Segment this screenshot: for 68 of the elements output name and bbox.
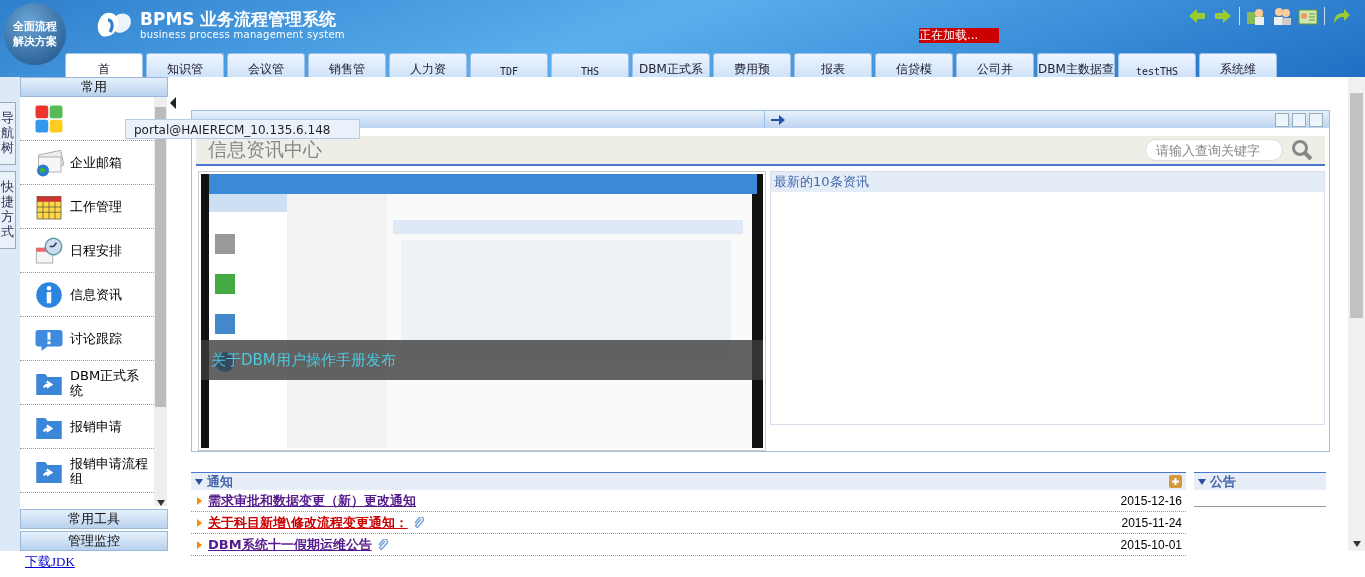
tooltip: portal@HAIERECM_10.135.6.148 [125, 119, 360, 139]
nav-tab[interactable]: 报表 [794, 53, 872, 77]
users-folder-icon[interactable] [1246, 6, 1266, 26]
download-link[interactable]: 下载JDK [25, 554, 75, 569]
latest-news-header: 最新的10条资讯 [771, 172, 1324, 192]
notice-link[interactable]: 关于科目新增\修改流程变更通知： [208, 514, 408, 532]
back-arrow-icon[interactable] [1187, 6, 1207, 26]
nav-tab[interactable]: DBM主数据查 [1037, 53, 1115, 77]
nav-tab[interactable]: THS [551, 53, 629, 77]
envelope-globe-icon [34, 147, 64, 178]
notice-date: 2015-11-24 [1121, 516, 1182, 530]
shortcut-item[interactable]: 工作管理 [20, 185, 154, 229]
announcements-title: 公告 [1210, 472, 1236, 491]
maximize-button[interactable] [1309, 112, 1323, 127]
triangle-right-icon [197, 497, 202, 505]
nav-tab[interactable]: 公司并 [956, 53, 1034, 77]
triangle-down-icon[interactable] [1198, 478, 1206, 485]
calendar-clock-icon [34, 235, 64, 266]
nav-tab[interactable]: 费用预 [713, 53, 791, 77]
collapse-arrow-icon[interactable] [170, 97, 176, 109]
nav-tab[interactable]: 会议管 [227, 53, 305, 77]
nav-tab[interactable]: 首 [65, 53, 143, 77]
triangle-down-icon[interactable] [195, 478, 203, 485]
nav-tab[interactable]: 知识管 [146, 53, 224, 77]
minimize-button[interactable] [1275, 112, 1289, 127]
search-icon[interactable] [1291, 139, 1313, 162]
nav-tab[interactable]: testTHS [1118, 53, 1196, 77]
nav-tab[interactable]: TDF [470, 53, 548, 77]
search-field[interactable]: 请输入查询关键字 [1145, 139, 1283, 162]
shortcut-item[interactable]: 讨论跟踪 [20, 317, 154, 361]
users-icon[interactable] [1272, 6, 1292, 26]
notice-date: 2015-12-16 [1120, 494, 1182, 508]
shortcut-item[interactable]: 报销申请 [20, 405, 154, 449]
shortcut-item[interactable]: DBM正式系统 [20, 361, 154, 405]
shortcut-item[interactable]: 信息资讯 [20, 273, 154, 317]
app-title: BPMS 业务流程管理系统 [140, 9, 338, 29]
plus-icon[interactable] [1169, 475, 1182, 488]
triangle-right-icon [197, 519, 202, 527]
nav-tab[interactable]: DBM正式系 [632, 53, 710, 77]
tiles-icon [34, 103, 64, 134]
loading-indicator: 正在加载... [918, 28, 999, 43]
sidebar-section[interactable]: 常用工具 [20, 509, 168, 529]
forward-arrow-icon[interactable] [1213, 6, 1233, 26]
shortcut-item[interactable]: 日程安排 [20, 229, 154, 273]
triangle-right-icon [197, 541, 202, 549]
nav-tab[interactable]: 系统维 [1199, 53, 1277, 77]
notice-date: 2015-10-01 [1120, 538, 1182, 552]
nav-tab[interactable]: 销售管 [308, 53, 386, 77]
side-tab[interactable]: 导航树 [0, 102, 16, 165]
scrollbar[interactable] [1348, 77, 1365, 551]
nav-tab[interactable]: 人力资 [389, 53, 467, 77]
refresh-button[interactable] [1292, 112, 1306, 127]
info-icon [34, 279, 64, 310]
scroll-down-arrow-icon[interactable] [156, 500, 165, 506]
sidebar-section[interactable]: 管理监控 [20, 531, 168, 551]
badge-logo: 全面流程 解决方案 [4, 3, 66, 65]
notice-link[interactable]: 需求审批和数据变更（新）更改通知 [208, 492, 416, 510]
side-tab[interactable]: 快捷方式 [0, 170, 16, 249]
app-subtitle: business process management system [140, 29, 345, 40]
sidebar-header[interactable]: 常用 [20, 77, 168, 97]
shortcut-item[interactable]: 报销申请流程组 [20, 449, 154, 493]
nav-tab[interactable]: 信贷模 [875, 53, 953, 77]
notice-link[interactable]: DBM系统十一假期运维公告 [208, 536, 372, 554]
notices-title: 通知 [207, 472, 233, 491]
portal-title: 信息资讯中心 [208, 137, 322, 163]
contact-card-icon[interactable] [1298, 6, 1318, 26]
shortcut-item[interactable]: 企业邮箱 [20, 141, 154, 185]
arrow-right-icon[interactable] [771, 113, 785, 126]
